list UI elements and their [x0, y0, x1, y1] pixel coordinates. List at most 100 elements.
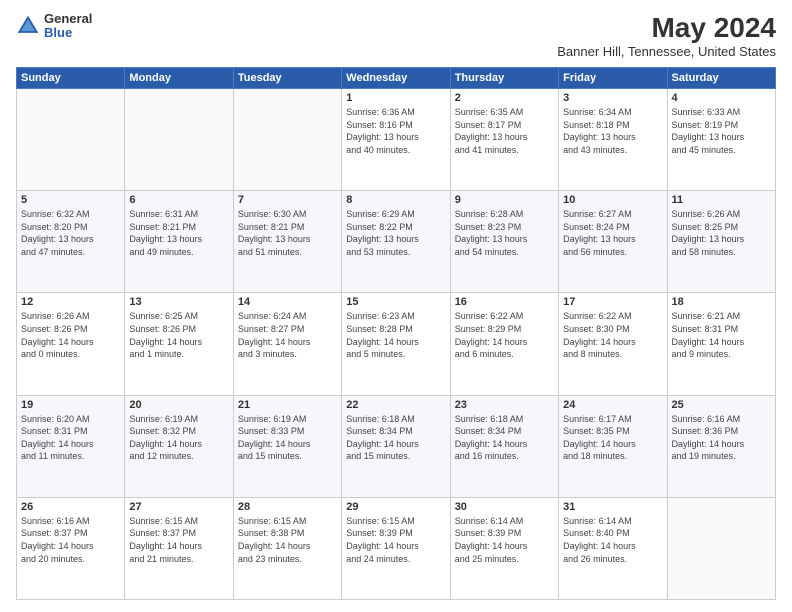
- day-info: Sunrise: 6:19 AM Sunset: 8:33 PM Dayligh…: [238, 413, 337, 463]
- day-info: Sunrise: 6:33 AM Sunset: 8:19 PM Dayligh…: [672, 106, 771, 156]
- day-number: 18: [672, 296, 771, 308]
- day-number: 9: [455, 194, 554, 206]
- calendar-cell-4-2: 28Sunrise: 6:15 AM Sunset: 8:38 PM Dayli…: [233, 497, 341, 599]
- day-info: Sunrise: 6:28 AM Sunset: 8:23 PM Dayligh…: [455, 208, 554, 258]
- calendar-cell-1-5: 10 Sunrise: 6:27 AM Sunset: 8:24 PM Dayli…: [559, 191, 667, 293]
- logo: General Blue: [16, 12, 92, 41]
- calendar-cell-0-6: 4 Sunrise: 6:33 AM Sunset: 8:19 PM Daylig…: [667, 89, 775, 191]
- location-text: Banner Hill, Tennessee, United States: [557, 44, 776, 59]
- calendar-cell-3-0: 19Sunrise: 6:20 AM Sunset: 8:31 PM Dayli…: [17, 395, 125, 497]
- calendar-cell-3-4: 23 Sunrise: 6:18 AM Sunset: 8:34 PM Dayli…: [450, 395, 558, 497]
- month-year-title: May 2024: [557, 12, 776, 44]
- day-info: Sunrise: 6:16 AM Sunset: 8:36 PM Dayligh…: [672, 413, 771, 463]
- calendar-cell-3-6: 25 Sunrise: 6:16 AM Sunset: 8:36 PM Dayli…: [667, 395, 775, 497]
- day-info: Sunrise: 6:34 AM Sunset: 8:18 PM Dayligh…: [563, 106, 662, 156]
- day-info: Sunrise: 6:30 AM Sunset: 8:21 PM Dayligh…: [238, 208, 337, 258]
- day-number: 7: [238, 194, 337, 206]
- calendar-cell-0-5: 3 Sunrise: 6:34 AM Sunset: 8:18 PM Daylig…: [559, 89, 667, 191]
- col-friday: Friday: [559, 68, 667, 89]
- calendar-cell-0-0: [17, 89, 125, 191]
- day-number: 13: [129, 296, 228, 308]
- calendar-header-row: Sunday Monday Tuesday Wednesday Thursday…: [17, 68, 776, 89]
- calendar-week-1: 1 Sunrise: 6:36 AM Sunset: 8:16 PM Daylig…: [17, 89, 776, 191]
- day-info: Sunrise: 6:22 AM Sunset: 8:30 PM Dayligh…: [563, 310, 662, 360]
- logo-text: General Blue: [44, 12, 92, 41]
- day-number: 28: [238, 501, 337, 513]
- day-number: 31: [563, 501, 662, 513]
- logo-blue-text: Blue: [44, 25, 72, 40]
- day-number: 25: [672, 399, 771, 411]
- col-thursday: Thursday: [450, 68, 558, 89]
- day-number: 29: [346, 501, 445, 513]
- calendar-cell-2-3: 15 Sunrise: 6:23 AM Sunset: 8:28 PM Dayli…: [342, 293, 450, 395]
- day-number: 6: [129, 194, 228, 206]
- day-number: 10: [563, 194, 662, 206]
- day-number: 11: [672, 194, 771, 206]
- day-number: 22: [346, 399, 445, 411]
- calendar-week-5: 26 Sunrise: 6:16 AM Sunset: 8:37 PM Dayli…: [17, 497, 776, 599]
- calendar-cell-4-5: 31 Sunrise: 6:14 AM Sunset: 8:40 PM Dayli…: [559, 497, 667, 599]
- day-info: Sunrise: 6:15 AM Sunset: 8:39 PM Dayligh…: [346, 515, 445, 565]
- day-info: Sunrise: 6:16 AM Sunset: 8:37 PM Dayligh…: [21, 515, 120, 565]
- day-number: 14: [238, 296, 337, 308]
- day-info: Sunrise: 6:22 AM Sunset: 8:29 PM Dayligh…: [455, 310, 554, 360]
- calendar-cell-1-4: 9 Sunrise: 6:28 AM Sunset: 8:23 PM Daylig…: [450, 191, 558, 293]
- calendar-cell-3-1: 20 Sunrise: 6:19 AM Sunset: 8:32 PM Dayli…: [125, 395, 233, 497]
- day-info: Sunrise: 6:27 AM Sunset: 8:24 PM Dayligh…: [563, 208, 662, 258]
- day-info: Sunrise: 6:26 AM Sunset: 8:25 PM Dayligh…: [672, 208, 771, 258]
- day-number: 1: [346, 92, 445, 104]
- calendar-cell-4-0: 26 Sunrise: 6:16 AM Sunset: 8:37 PM Dayli…: [17, 497, 125, 599]
- calendar-cell-3-2: 21 Sunrise: 6:19 AM Sunset: 8:33 PM Dayli…: [233, 395, 341, 497]
- calendar-cell-4-6: [667, 497, 775, 599]
- day-number: 17: [563, 296, 662, 308]
- calendar-cell-3-5: 24Sunrise: 6:17 AM Sunset: 8:35 PM Dayli…: [559, 395, 667, 497]
- calendar-cell-4-4: 30 Sunrise: 6:14 AM Sunset: 8:39 PM Dayli…: [450, 497, 558, 599]
- day-info: Sunrise: 6:21 AM Sunset: 8:31 PM Dayligh…: [672, 310, 771, 360]
- day-info: Sunrise: 6:24 AM Sunset: 8:27 PM Dayligh…: [238, 310, 337, 360]
- calendar-cell-1-0: 5Sunrise: 6:32 AM Sunset: 8:20 PM Daylig…: [17, 191, 125, 293]
- calendar-cell-2-5: 17 Sunrise: 6:22 AM Sunset: 8:30 PM Dayli…: [559, 293, 667, 395]
- col-sunday: Sunday: [17, 68, 125, 89]
- day-info: Sunrise: 6:23 AM Sunset: 8:28 PM Dayligh…: [346, 310, 445, 360]
- day-info: Sunrise: 6:18 AM Sunset: 8:34 PM Dayligh…: [346, 413, 445, 463]
- day-info: Sunrise: 6:32 AM Sunset: 8:20 PM Dayligh…: [21, 208, 120, 258]
- calendar-cell-4-1: 27Sunrise: 6:15 AM Sunset: 8:37 PM Dayli…: [125, 497, 233, 599]
- calendar-cell-2-0: 12Sunrise: 6:26 AM Sunset: 8:26 PM Dayli…: [17, 293, 125, 395]
- day-info: Sunrise: 6:19 AM Sunset: 8:32 PM Dayligh…: [129, 413, 228, 463]
- logo-general-text: General: [44, 11, 92, 26]
- col-saturday: Saturday: [667, 68, 775, 89]
- calendar-cell-2-4: 16 Sunrise: 6:22 AM Sunset: 8:29 PM Dayli…: [450, 293, 558, 395]
- day-info: Sunrise: 6:14 AM Sunset: 8:39 PM Dayligh…: [455, 515, 554, 565]
- calendar-cell-1-2: 7 Sunrise: 6:30 AM Sunset: 8:21 PM Daylig…: [233, 191, 341, 293]
- title-section: May 2024 Banner Hill, Tennessee, United …: [557, 12, 776, 59]
- day-number: 2: [455, 92, 554, 104]
- day-info: Sunrise: 6:26 AM Sunset: 8:26 PM Dayligh…: [21, 310, 120, 360]
- calendar-week-4: 19Sunrise: 6:20 AM Sunset: 8:31 PM Dayli…: [17, 395, 776, 497]
- day-info: Sunrise: 6:18 AM Sunset: 8:34 PM Dayligh…: [455, 413, 554, 463]
- day-info: Sunrise: 6:31 AM Sunset: 8:21 PM Dayligh…: [129, 208, 228, 258]
- day-info: Sunrise: 6:36 AM Sunset: 8:16 PM Dayligh…: [346, 106, 445, 156]
- day-number: 16: [455, 296, 554, 308]
- day-number: 26: [21, 501, 120, 513]
- calendar-cell-2-6: 18 Sunrise: 6:21 AM Sunset: 8:31 PM Dayli…: [667, 293, 775, 395]
- day-number: 30: [455, 501, 554, 513]
- day-number: 15: [346, 296, 445, 308]
- day-number: 21: [238, 399, 337, 411]
- day-info: Sunrise: 6:25 AM Sunset: 8:26 PM Dayligh…: [129, 310, 228, 360]
- calendar-cell-1-3: 8Sunrise: 6:29 AM Sunset: 8:22 PM Daylig…: [342, 191, 450, 293]
- calendar-cell-3-3: 22 Sunrise: 6:18 AM Sunset: 8:34 PM Dayli…: [342, 395, 450, 497]
- day-number: 4: [672, 92, 771, 104]
- logo-icon: [16, 14, 40, 38]
- day-info: Sunrise: 6:14 AM Sunset: 8:40 PM Dayligh…: [563, 515, 662, 565]
- col-monday: Monday: [125, 68, 233, 89]
- calendar-cell-4-3: 29 Sunrise: 6:15 AM Sunset: 8:39 PM Dayli…: [342, 497, 450, 599]
- calendar-cell-2-2: 14 Sunrise: 6:24 AM Sunset: 8:27 PM Dayli…: [233, 293, 341, 395]
- col-tuesday: Tuesday: [233, 68, 341, 89]
- day-number: 3: [563, 92, 662, 104]
- day-number: 20: [129, 399, 228, 411]
- calendar-week-2: 5Sunrise: 6:32 AM Sunset: 8:20 PM Daylig…: [17, 191, 776, 293]
- page: General Blue May 2024 Banner Hill, Tenne…: [0, 0, 792, 612]
- calendar-cell-1-6: 11 Sunrise: 6:26 AM Sunset: 8:25 PM Dayli…: [667, 191, 775, 293]
- day-number: 23: [455, 399, 554, 411]
- day-info: Sunrise: 6:29 AM Sunset: 8:22 PM Dayligh…: [346, 208, 445, 258]
